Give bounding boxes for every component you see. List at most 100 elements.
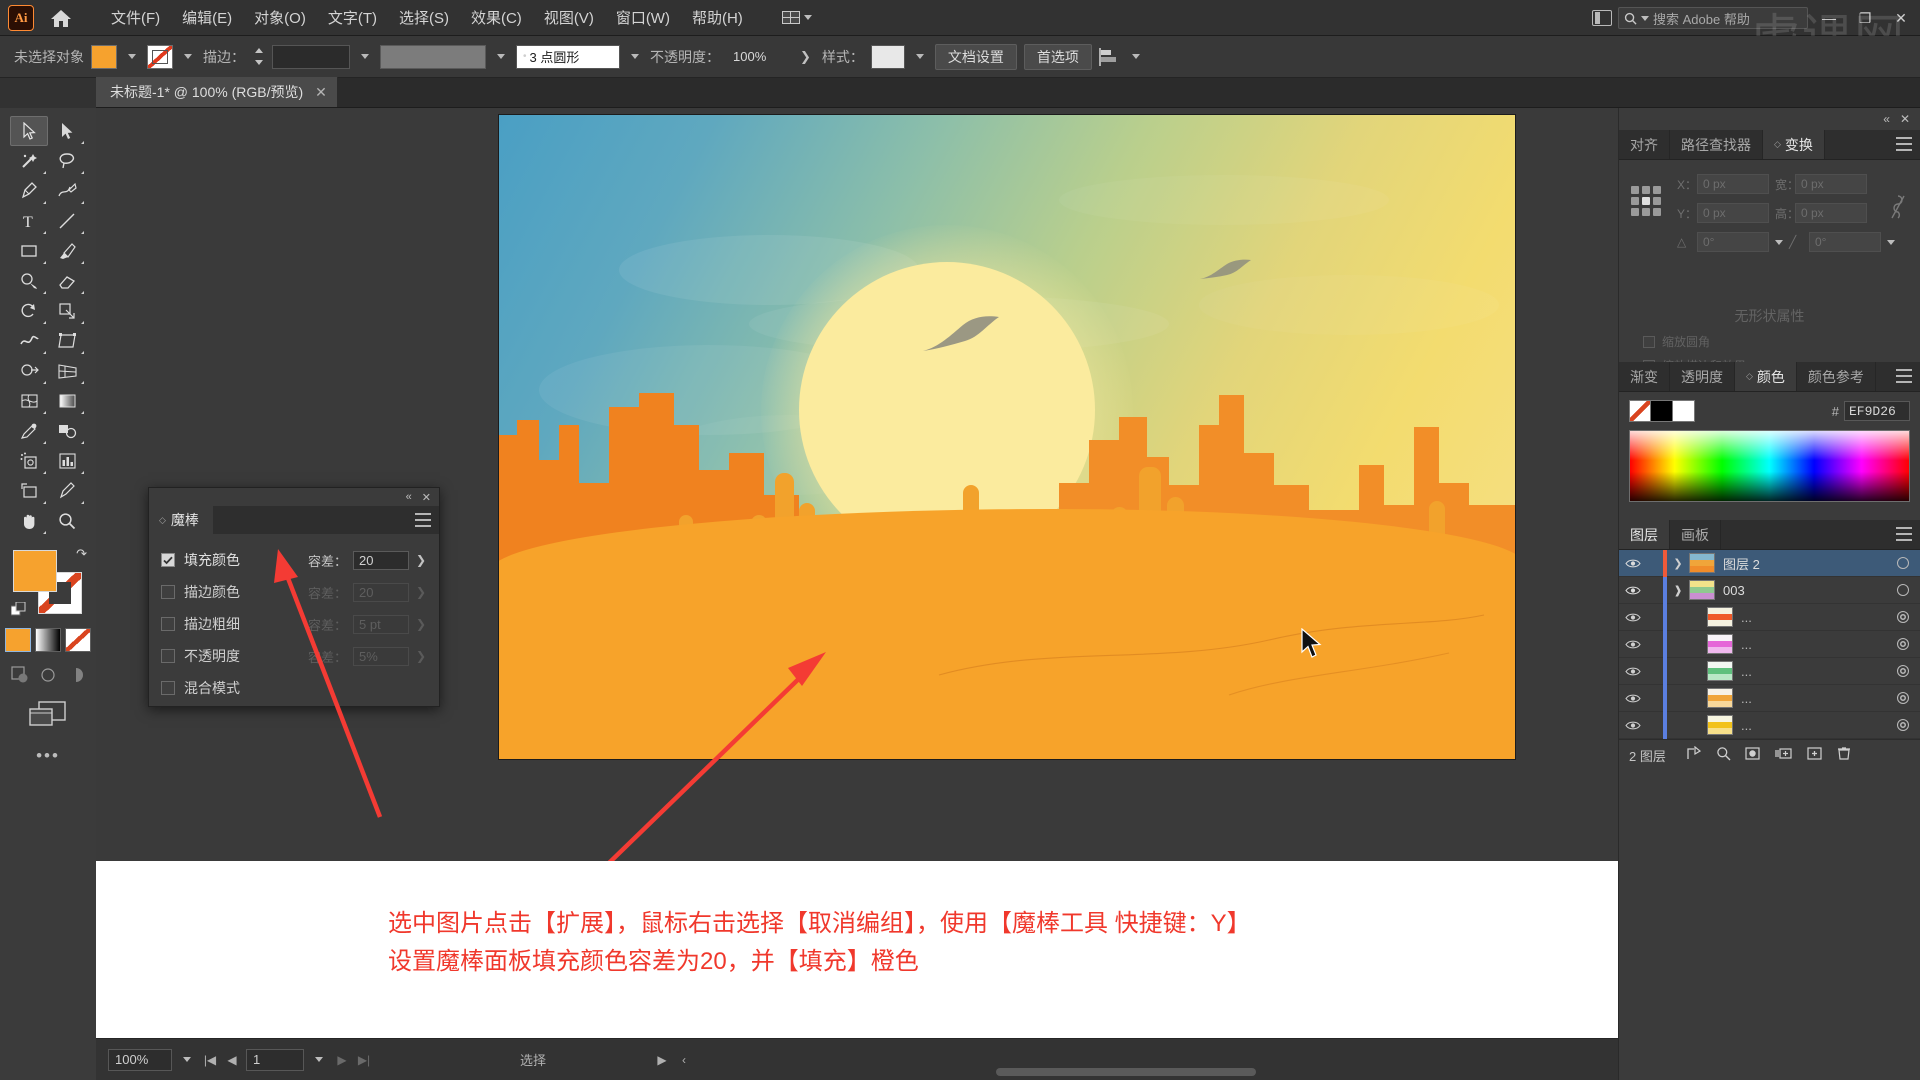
fill-chevron-icon[interactable] xyxy=(128,54,136,59)
blend-tool[interactable] xyxy=(48,416,86,446)
x-input[interactable]: 0 px xyxy=(1697,174,1769,194)
close-icon[interactable]: ✕ xyxy=(422,491,431,504)
status-expand-icon[interactable]: ‹ xyxy=(676,1053,692,1067)
magic-wand-tool[interactable] xyxy=(10,146,48,176)
brush-definition-select[interactable]: • 3 点圆形 xyxy=(516,44,620,69)
edit-toolbar-button[interactable]: ••• xyxy=(0,746,96,766)
symbol-sprayer-tool[interactable] xyxy=(10,446,48,476)
stroke-color-expand-icon[interactable]: ❯ xyxy=(415,585,427,599)
align-icon[interactable] xyxy=(1099,47,1121,67)
target-indicator[interactable] xyxy=(1886,611,1920,623)
visibility-icon[interactable] xyxy=(1619,639,1647,650)
draw-normal-icon[interactable] xyxy=(11,666,29,684)
fill-swatch-button[interactable] xyxy=(91,44,117,69)
pen-tool[interactable] xyxy=(10,176,48,206)
menu-item-help[interactable]: 帮助(H) xyxy=(681,3,754,32)
home-icon[interactable] xyxy=(44,3,78,33)
magic-wand-row-fill[interactable]: 填充颜色 容差： 20 ❯ xyxy=(161,544,427,576)
visibility-icon[interactable] xyxy=(1619,612,1647,623)
artboard[interactable] xyxy=(498,114,1516,760)
paintbrush-tool[interactable] xyxy=(48,236,86,266)
stroke-weight-expand-icon[interactable]: ❯ xyxy=(415,617,427,631)
none-swatch[interactable] xyxy=(1629,400,1651,422)
tab-transparency[interactable]: 透明度 xyxy=(1670,362,1735,391)
table-row[interactable]: ❯ 图层 2 xyxy=(1619,549,1920,577)
status-tool-indicator[interactable]: 选择 xyxy=(418,1049,648,1071)
slice-tool[interactable] xyxy=(48,476,86,506)
blend-mode-checkbox[interactable] xyxy=(161,681,175,695)
draw-behind-icon[interactable] xyxy=(39,666,57,684)
table-row[interactable]: ... xyxy=(1619,657,1920,685)
tab-transform[interactable]: ◇ 变换 xyxy=(1763,130,1825,159)
visibility-icon[interactable] xyxy=(1619,558,1647,569)
width-input[interactable]: 0 px xyxy=(1795,174,1867,194)
first-artboard-icon[interactable]: |◀ xyxy=(202,1053,218,1067)
screen-mode-button[interactable] xyxy=(0,700,96,730)
target-indicator[interactable] xyxy=(1886,557,1920,569)
menu-item-file[interactable]: 文件(F) xyxy=(100,3,171,32)
fill-stroke-control[interactable]: ↷ xyxy=(10,546,87,618)
stroke-profile-chevron-icon[interactable] xyxy=(497,54,505,59)
default-fill-stroke-icon[interactable] xyxy=(10,601,27,618)
workspace-switcher[interactable] xyxy=(776,8,818,27)
menu-item-effect[interactable]: 效果(C) xyxy=(460,3,533,32)
opacity-tolerance-input[interactable]: 5% xyxy=(353,646,409,666)
magic-wand-row-stroke-color[interactable]: 描边颜色 容差： 20 ❯ xyxy=(161,576,427,608)
opacity-expand-icon[interactable]: ❯ xyxy=(415,649,427,663)
menu-item-view[interactable]: 视图(V) xyxy=(533,3,605,32)
close-icon[interactable]: ✕ xyxy=(1900,112,1910,126)
visibility-icon[interactable] xyxy=(1619,693,1647,704)
hex-input[interactable]: EF9D26 xyxy=(1844,401,1910,421)
direct-selection-tool[interactable] xyxy=(48,116,86,146)
visibility-icon[interactable] xyxy=(1619,720,1647,731)
zoom-level-input[interactable]: 100% xyxy=(108,1048,172,1071)
style-chevron-icon[interactable] xyxy=(915,54,924,59)
layer-name[interactable]: ... xyxy=(1741,718,1886,733)
table-row[interactable]: ... xyxy=(1619,603,1920,631)
draw-inside-icon[interactable] xyxy=(67,666,85,684)
document-setup-button[interactable]: 文档设置 xyxy=(934,43,1017,70)
swap-fill-stroke-icon[interactable]: ↷ xyxy=(76,546,87,562)
shear-input[interactable]: 0° xyxy=(1809,232,1881,252)
panel-menu-icon[interactable] xyxy=(1896,137,1912,151)
table-row[interactable]: ... xyxy=(1619,684,1920,712)
zoom-tool[interactable] xyxy=(48,506,86,536)
shear-chevron-icon[interactable] xyxy=(1887,239,1895,245)
free-transform-tool[interactable] xyxy=(48,326,86,356)
tab-layers[interactable]: 图层 xyxy=(1619,520,1670,549)
width-tool[interactable] xyxy=(10,326,48,356)
magic-wand-row-opacity[interactable]: 不透明度 容差： 5% ❯ xyxy=(161,640,427,672)
artboard-chevron-icon[interactable] xyxy=(310,1049,328,1071)
shaper-tool[interactable] xyxy=(10,266,48,296)
type-tool[interactable]: T xyxy=(10,206,48,236)
stroke-weight-stepper[interactable] xyxy=(252,45,265,69)
table-row[interactable]: ❱ 003 xyxy=(1619,576,1920,604)
graphic-style-swatch[interactable] xyxy=(870,44,905,69)
table-row[interactable]: ... xyxy=(1619,630,1920,658)
panel-menu-icon[interactable] xyxy=(415,513,431,527)
curvature-tool[interactable] xyxy=(48,176,86,206)
layer-name[interactable]: ... xyxy=(1741,691,1886,706)
target-indicator[interactable] xyxy=(1886,584,1920,596)
status-menu-icon[interactable]: ▶ xyxy=(654,1053,670,1067)
scale-tool[interactable] xyxy=(48,296,86,326)
hand-tool[interactable] xyxy=(10,506,48,536)
stroke-weight-chevron-icon[interactable] xyxy=(361,54,369,59)
collapse-icon[interactable]: « xyxy=(1883,112,1890,126)
opacity-input[interactable]: 100% xyxy=(727,44,789,69)
panel-menu-icon[interactable] xyxy=(1896,369,1912,383)
menu-item-edit[interactable]: 编辑(E) xyxy=(171,3,243,32)
layer-name[interactable]: 003 xyxy=(1723,583,1886,598)
fill-color-checkbox[interactable] xyxy=(161,553,175,567)
align-chevron-icon[interactable] xyxy=(1131,54,1140,59)
close-button[interactable]: ✕ xyxy=(1886,10,1916,27)
minimize-button[interactable]: — xyxy=(1814,10,1844,26)
selection-tool[interactable] xyxy=(10,116,48,146)
perspective-grid-tool[interactable] xyxy=(48,356,86,386)
stroke-weight-input[interactable] xyxy=(272,44,350,69)
stroke-weight-tolerance-input[interactable]: 5 pt xyxy=(353,614,409,634)
fill-tolerance-expand-icon[interactable]: ❯ xyxy=(415,553,427,567)
gradient-mode-button[interactable] xyxy=(35,628,61,652)
close-icon[interactable]: ✕ xyxy=(315,84,327,101)
release-icon[interactable] xyxy=(1686,745,1702,766)
